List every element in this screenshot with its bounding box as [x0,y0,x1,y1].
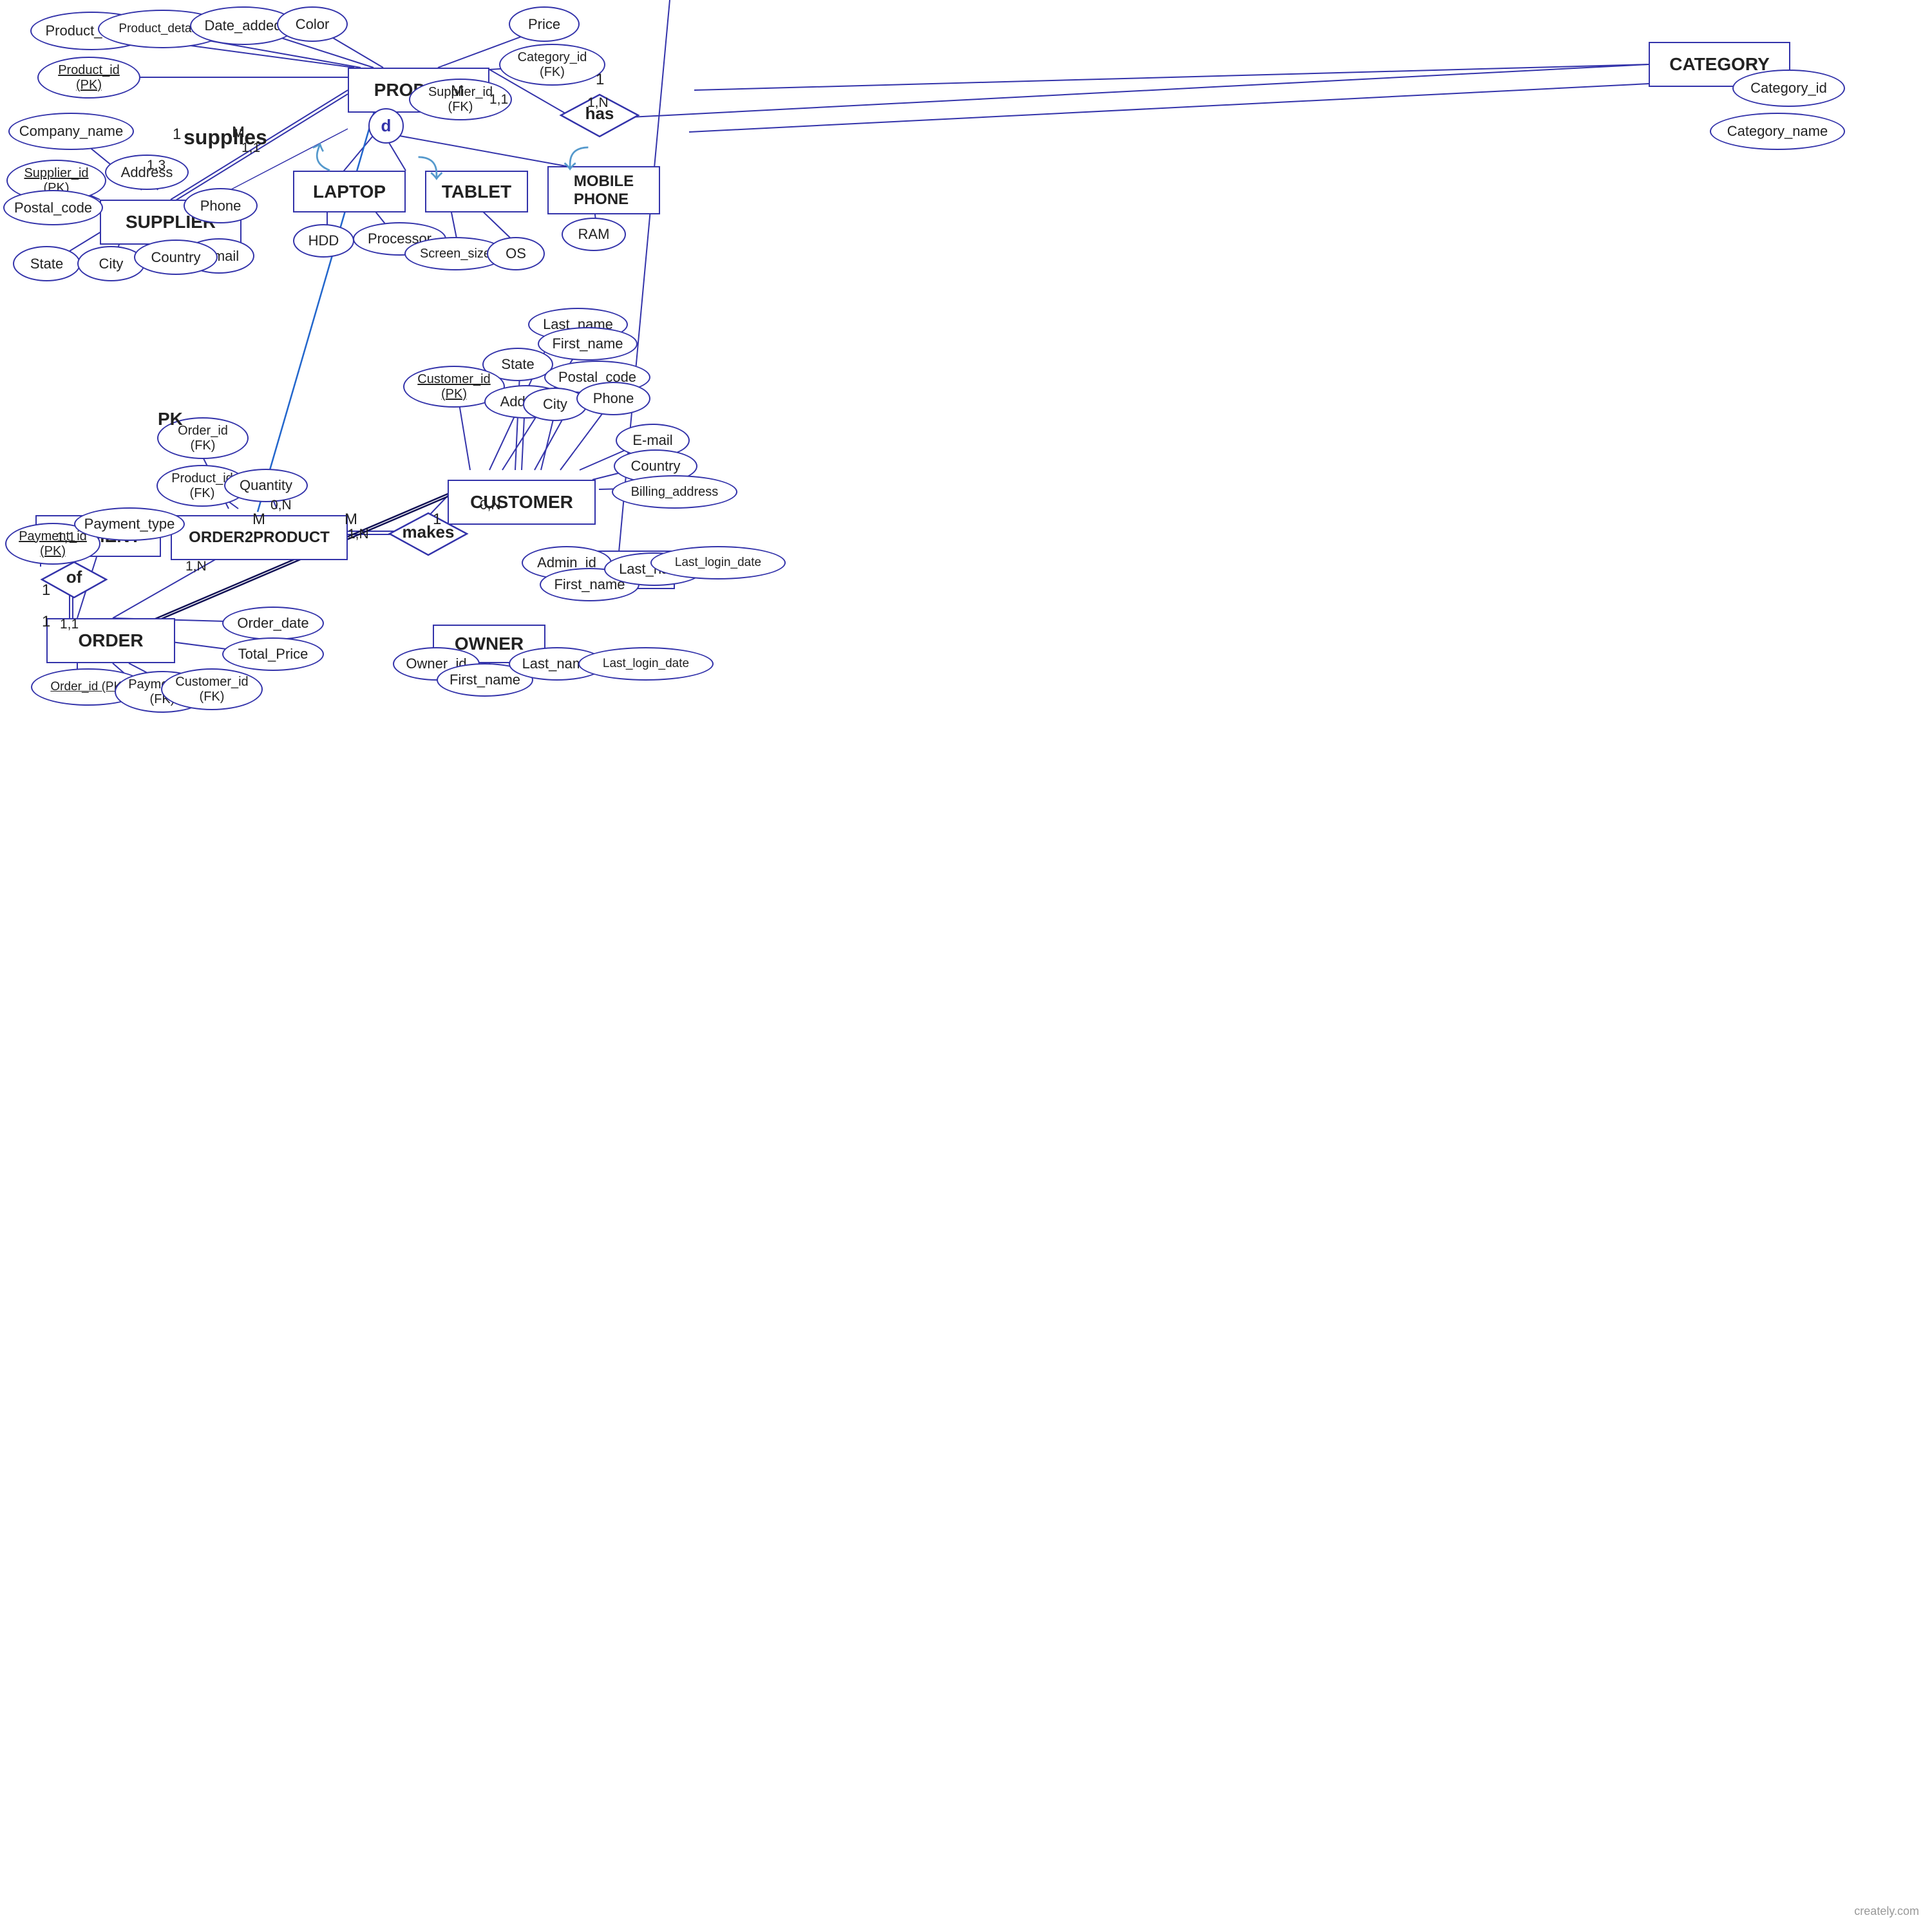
attr-hdd: HDD [293,224,354,258]
attr-country-sup: Country [134,240,218,275]
attr-quantity: Quantity [224,469,308,502]
svg-text:of: of [66,567,82,587]
attr-city-sup: City [77,246,145,281]
attr-company-name: Company_name [8,113,134,150]
card-0n-makes-right: 0,N [480,498,501,513]
makes-diamond: makes [386,510,470,558]
card-1-of-bottom: 1 [42,613,50,631]
card-1n-has: 1,N [587,95,609,111]
attr-phone-sup: Phone [184,188,258,223]
card-m-supplies: M [232,124,245,142]
attr-color: Color [277,6,348,42]
isa-arrow-mobile: ⤵ [564,138,589,176]
attr-os: OS [487,237,545,270]
attr-state-sup: State [13,246,80,281]
svg-text:makes: makes [402,522,455,542]
attr-price: Price [509,6,580,42]
attr-first-name-cust: First_name [538,327,638,361]
attr-postal-code-sup: Postal_code [3,190,103,225]
attr-category-id-fk: Category_id(FK) [499,44,605,86]
pk-label: PK [158,409,183,429]
attr-category-id: Category_id [1732,70,1845,107]
laptop-entity: LAPTOP [293,171,406,212]
card-m-o2p: M [252,511,265,529]
card-11-has: 1,1 [489,92,508,108]
card-0n-o2p: 0,N [270,498,292,513]
attr-phone-cust: Phone [576,382,650,415]
attr-customer-id-fk-ord: Customer_id(FK) [161,668,263,710]
card-m-has-left: M [451,82,464,100]
attr-total-price: Total_Price [222,637,324,671]
attr-order-date: Order_date [222,607,324,640]
watermark: creately.com [1854,1905,1919,1918]
card-1-makes-right: 1 [433,511,441,529]
isa-d-symbol: d [368,108,404,144]
isa-arrow-tablet: ⤵ [417,148,443,185]
attr-category-name: Category_name [1710,113,1845,150]
attr-last-login-own: Last_login_date [578,647,714,681]
attr-billing-address: Billing_address [612,475,737,509]
card-11-of-top: 1,1 [57,530,75,545]
card-11-of-bottom: 1,1 [60,617,79,632]
attr-product-id-pk: Product_id(PK) [37,57,140,99]
card-1-supplies: 1 [173,126,181,144]
attr-payment-type: Payment_type [74,507,185,541]
card-1-has-right: 1 [596,71,604,89]
card-11-supplies: 1,1 [242,140,260,156]
card-1-of-top: 1 [42,581,50,599]
connections-svg [0,0,1932,1931]
card-1n-o2p-bottom: 1,N [185,559,207,574]
card-m-makes-left: M [345,511,357,529]
er-diagram: PRODUCT SUPPLIER CATEGORY LAPTOP TABLET … [0,0,1932,1931]
card-1n-makes-left: 1,N [348,527,369,542]
attr-ram: RAM [562,218,626,251]
card-13-supplies: 1,3 [147,158,166,173]
attr-last-login-adm: Last_login_date [650,546,786,579]
